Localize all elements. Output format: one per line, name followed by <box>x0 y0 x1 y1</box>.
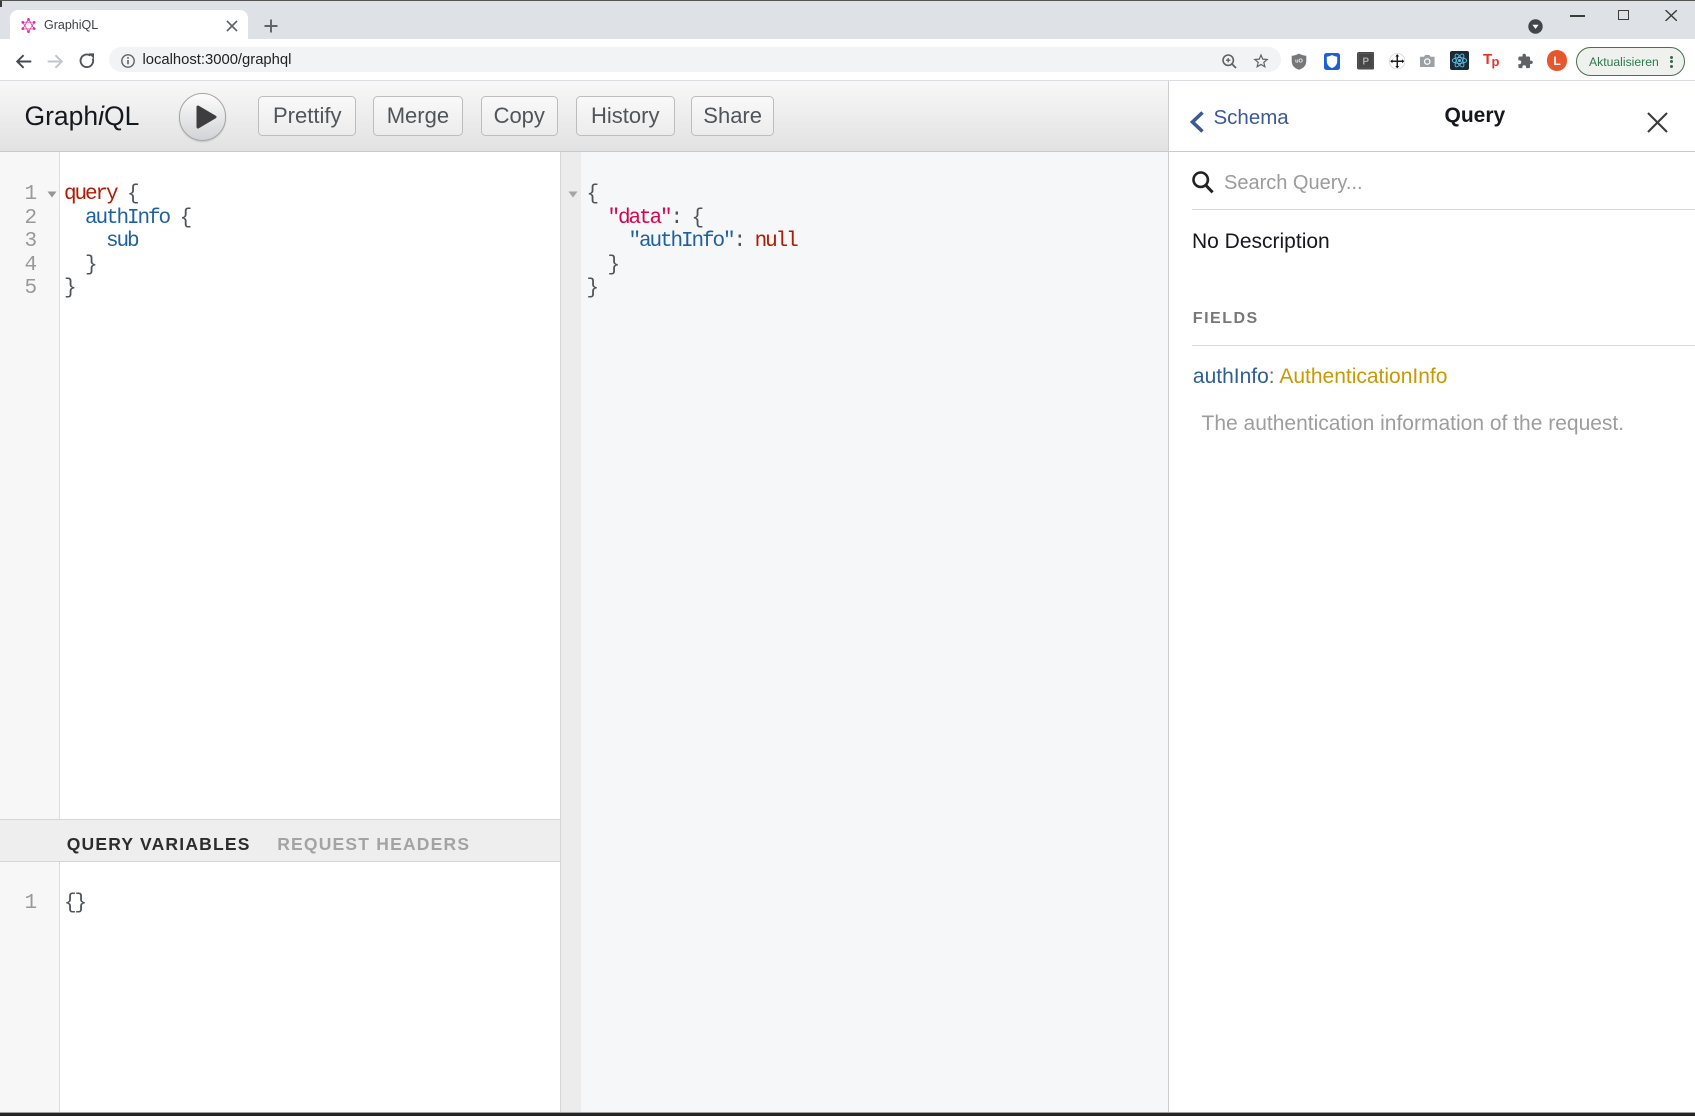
svg-text:uO: uO <box>1295 58 1303 64</box>
svg-text:P: P <box>1362 57 1369 68</box>
